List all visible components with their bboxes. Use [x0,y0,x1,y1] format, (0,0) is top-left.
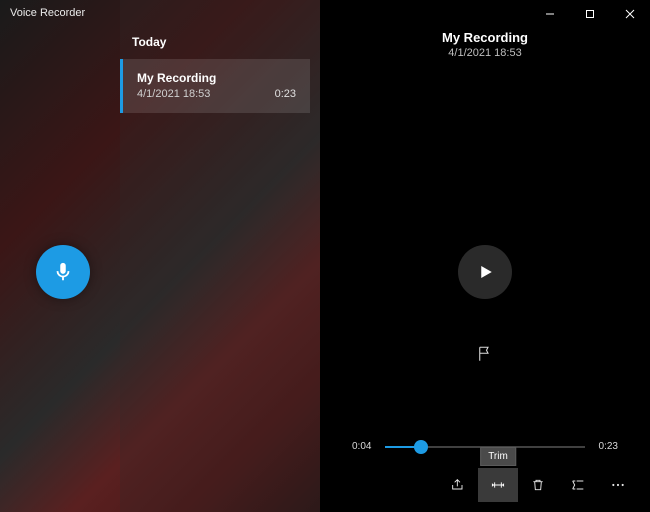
window-controls [530,0,650,28]
share-button[interactable] [438,468,478,502]
rename-button[interactable] [558,468,598,502]
more-button[interactable] [598,468,638,502]
delete-button[interactable] [518,468,558,502]
list-header: Today [120,35,310,59]
recording-date: 4/1/2021 18:53 [137,87,296,101]
recording-item[interactable]: My Recording 4/1/2021 18:53 0:23 [120,59,310,113]
trash-icon [530,477,546,493]
left-rail [0,0,120,512]
trim-icon [490,477,506,493]
microphone-icon [52,261,74,283]
play-icon [476,263,494,281]
share-icon [450,477,466,493]
record-button[interactable] [36,245,90,299]
maximize-icon [585,9,595,19]
play-button[interactable] [458,245,512,299]
recording-title: My Recording [137,71,296,87]
recordings-panel: Voice Recorder Today My Recording 4/1/20… [0,0,320,512]
recordings-list: Today My Recording 4/1/2021 18:53 0:23 [120,0,320,512]
close-icon [625,9,635,19]
seek-thumb[interactable] [414,440,428,454]
playback-panel: My Recording 4/1/2021 18:53 0:04 0:23 Tr… [320,0,650,512]
flag-icon [476,345,494,363]
minimize-icon [545,9,555,19]
trim-button[interactable]: Trim [478,468,518,502]
selected-date: 4/1/2021 18:53 [320,47,650,59]
recording-duration: 0:23 [275,87,296,101]
rename-icon [570,477,586,493]
seek-position: 0:04 [352,441,371,452]
trim-tooltip: Trim [480,447,516,466]
add-marker-button[interactable] [476,345,494,368]
maximize-button[interactable] [570,0,610,28]
ellipsis-icon [610,477,626,493]
playback-toolbar: Trim [438,468,638,502]
seek-duration: 0:23 [599,441,618,452]
minimize-button[interactable] [530,0,570,28]
close-button[interactable] [610,0,650,28]
selected-title: My Recording [320,30,650,45]
